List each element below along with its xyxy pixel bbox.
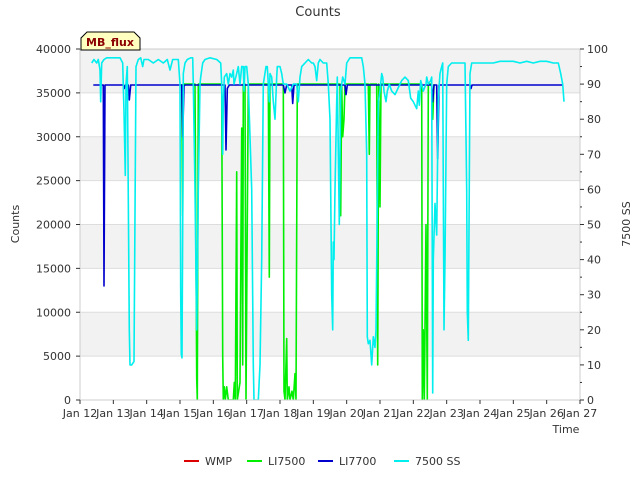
y2-tick-label: 20 xyxy=(587,324,601,337)
y2-tick-label: 40 xyxy=(587,254,601,267)
y-axis-label: Counts xyxy=(9,205,22,244)
x-tick-label: Jan 16 xyxy=(195,407,230,420)
y2-axis-ticks: 0 10 20 30 40 50 60 70 80 90 100 xyxy=(580,43,608,407)
y-tick-label: 20000 xyxy=(36,219,71,232)
y-tick-label: 15000 xyxy=(36,262,71,275)
x-tick-label: Jan 21 xyxy=(362,407,397,420)
x-axis-ticks: Jan 12Jan 13Jan 14Jan 15Jan 16Jan 17Jan … xyxy=(62,400,597,420)
legend: WMP LI7500 LI7700 7500 SS xyxy=(184,455,460,468)
y2-tick-label: 60 xyxy=(587,183,601,196)
x-tick-label: Jan 24 xyxy=(462,407,497,420)
y2-tick-label: 30 xyxy=(587,289,601,302)
x-tick-label: Jan 15 xyxy=(162,407,197,420)
x-tick-label: Jan 14 xyxy=(128,407,163,420)
site-badge-label: MB_flux xyxy=(86,36,134,49)
y2-tick-label: 100 xyxy=(587,43,608,56)
y2-tick-label: 80 xyxy=(587,113,601,126)
grid-band xyxy=(80,312,580,357)
grid-band xyxy=(80,49,580,93)
y-tick-label: 40000 xyxy=(36,43,71,56)
x-tick-label: Jan 12 xyxy=(62,407,97,420)
y-tick-label: 30000 xyxy=(36,131,71,144)
y-tick-label: 35000 xyxy=(36,87,71,100)
y2-tick-label: 0 xyxy=(587,394,594,407)
x-tick-label: Jan 23 xyxy=(428,407,463,420)
y-tick-label: 0 xyxy=(64,394,71,407)
chart-title: Counts xyxy=(295,5,341,20)
legend-label: LI7700 xyxy=(339,455,376,468)
legend-label: 7500 SS xyxy=(415,455,460,468)
y2-axis-label: 7500 SS xyxy=(620,201,633,246)
x-tick-label: Jan 13 xyxy=(95,407,130,420)
y-tick-label: 10000 xyxy=(36,306,71,319)
y-axis-ticks: 0 5000 10000 15000 20000 25000 30000 35000 40000 xyxy=(36,43,80,407)
x-axis-label: Time xyxy=(552,423,580,436)
legend-label: WMP xyxy=(205,455,232,468)
x-tick-label: Jan 20 xyxy=(328,407,363,420)
x-tick-label: Jan 17 xyxy=(228,407,263,420)
x-tick-label: Jan 26 xyxy=(528,407,563,420)
x-tick-label: Jan 25 xyxy=(495,407,530,420)
y2-tick-label: 90 xyxy=(587,78,601,91)
grid-band xyxy=(80,224,580,269)
counts-chart: Jan 12Jan 13Jan 14Jan 15Jan 16Jan 17Jan … xyxy=(9,5,633,468)
x-tick-label: Jan 19 xyxy=(295,407,330,420)
y-tick-label: 5000 xyxy=(43,350,71,363)
x-tick-label: Jan 18 xyxy=(262,407,297,420)
y-tick-label: 25000 xyxy=(36,175,71,188)
site-badge: MB_flux xyxy=(80,31,141,51)
y2-tick-label: 70 xyxy=(587,148,601,161)
legend-label: LI7500 xyxy=(268,455,305,468)
x-tick-label: Jan 27 xyxy=(562,407,597,420)
grid-bands xyxy=(80,48,580,401)
y2-tick-label: 10 xyxy=(587,359,601,372)
y2-tick-label: 50 xyxy=(587,219,601,232)
x-tick-label: Jan 22 xyxy=(395,407,430,420)
